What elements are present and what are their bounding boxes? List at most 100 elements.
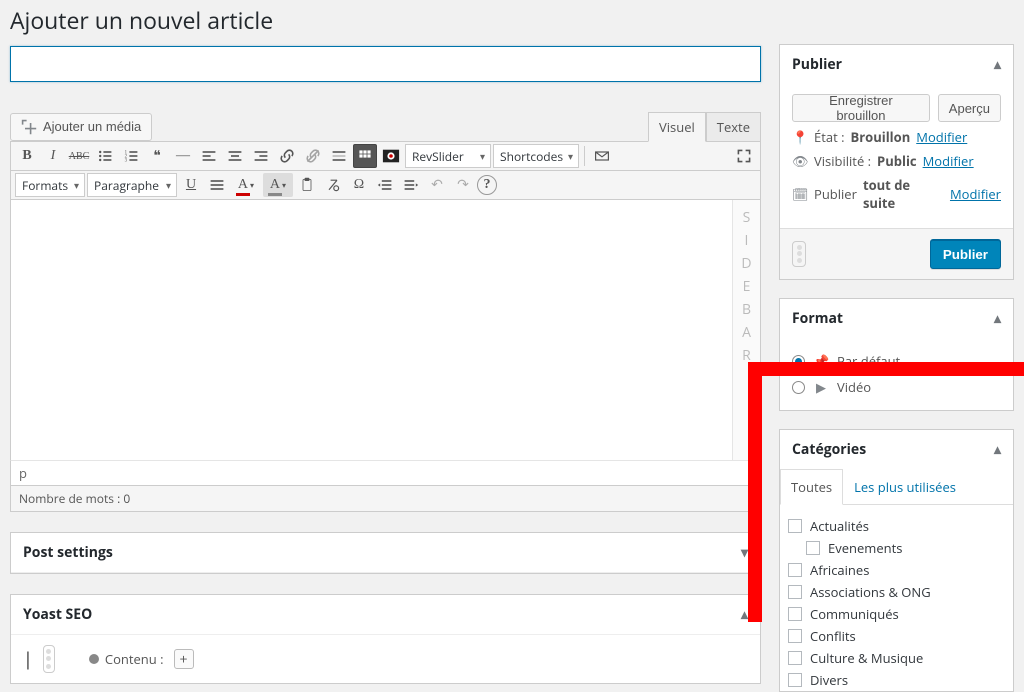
checkbox-icon[interactable]	[806, 541, 820, 555]
traffic-light-icon	[43, 645, 55, 673]
link-button[interactable]	[275, 144, 299, 168]
publish-box: Publier▴ Enregistrer brouillon Aperçu 📍 …	[779, 44, 1014, 280]
category-item[interactable]: Culture & Musique	[788, 647, 1005, 669]
editor-content[interactable]	[11, 200, 732, 460]
clear-format-button[interactable]	[321, 173, 345, 197]
paste-button[interactable]	[295, 173, 319, 197]
categories-tab-popular[interactable]: Les plus utilisées	[843, 469, 967, 505]
caret-up-icon[interactable]: ▴	[994, 55, 1001, 74]
pushpin-icon: 📌	[813, 352, 829, 370]
numbered-list-button[interactable]: 123	[119, 144, 143, 168]
checkbox-icon[interactable]	[788, 585, 802, 599]
checkbox-icon[interactable]	[788, 519, 802, 533]
bold-button[interactable]: B	[15, 144, 39, 168]
eye-icon: 👁	[792, 152, 808, 170]
revslider-icon[interactable]	[379, 144, 403, 168]
categories-title: Catégories	[792, 440, 866, 459]
format-option-default[interactable]: 📌 Par défaut	[792, 348, 1001, 374]
caret-up-icon[interactable]: ▴	[741, 605, 748, 624]
help-button[interactable]: ?	[477, 175, 497, 195]
media-icon	[21, 119, 37, 135]
yoast-content-label: Contenu :	[105, 650, 164, 668]
checkbox-icon[interactable]	[788, 651, 802, 665]
save-draft-button[interactable]: Enregistrer brouillon	[792, 94, 930, 122]
toolbar-toggle-button[interactable]	[353, 144, 377, 168]
video-icon: ▶	[813, 378, 829, 396]
yoast-content-tab[interactable]: Contenu :	[89, 650, 164, 668]
word-count: Nombre de mots : 0	[10, 486, 761, 512]
svg-text:3: 3	[125, 159, 128, 164]
categories-list: Actualités Evenements Africaines Associa…	[780, 505, 1013, 691]
caret-up-icon[interactable]: ▴	[994, 309, 1001, 328]
category-item[interactable]: Africaines	[788, 559, 1005, 581]
preview-button[interactable]: Aperçu	[938, 94, 1001, 122]
edit-status-link[interactable]: Modifier	[916, 128, 967, 146]
category-item[interactable]: Divers	[788, 669, 1005, 691]
bullet-list-button[interactable]	[93, 144, 117, 168]
schedule-label: Publier	[814, 185, 857, 203]
caret-down-icon[interactable]: ▾	[741, 543, 748, 562]
align-center-button[interactable]	[223, 144, 247, 168]
outdent-button[interactable]	[373, 173, 397, 197]
align-right-button[interactable]	[249, 144, 273, 168]
dot-icon	[89, 654, 99, 664]
indent-button[interactable]	[399, 173, 423, 197]
traffic-light-icon	[792, 241, 806, 267]
fullscreen-button[interactable]	[732, 144, 756, 168]
categories-tab-all[interactable]: Toutes	[780, 469, 843, 505]
radio-icon	[792, 381, 805, 394]
text-color-button[interactable]: A▾	[231, 173, 261, 197]
italic-button[interactable]: I	[41, 144, 65, 168]
yoast-seo-box: Yoast SEO ▴ | Contenu : +	[10, 594, 761, 684]
strike-button[interactable]: ABC	[67, 144, 91, 168]
category-item[interactable]: Communiqués	[788, 603, 1005, 625]
unlink-button[interactable]	[301, 144, 325, 168]
format-option-video[interactable]: ▶ Vidéo	[792, 374, 1001, 400]
shortcodes-select[interactable]: Shortcodes	[493, 144, 579, 168]
paragraph-select[interactable]: Paragraphe	[87, 173, 177, 197]
align-left-button[interactable]	[197, 144, 221, 168]
post-settings-box: Post settings ▾	[10, 532, 761, 574]
blockquote-button[interactable]: ❝	[145, 144, 169, 168]
redo-button[interactable]: ↷	[451, 173, 475, 197]
categories-box: Catégories ▴ Toutes Les plus utilisées Ac…	[779, 429, 1014, 692]
revslider-select[interactable]: RevSlider	[405, 144, 491, 168]
checkbox-icon[interactable]	[788, 673, 802, 687]
caret-up-icon[interactable]: ▴	[994, 440, 1001, 459]
underline-button[interactable]: U	[179, 173, 203, 197]
checkbox-icon[interactable]	[788, 607, 802, 621]
category-item[interactable]: Conflits	[788, 625, 1005, 647]
editor-tab-text[interactable]: Texte	[706, 112, 761, 141]
edit-visibility-link[interactable]: Modifier	[923, 152, 974, 170]
add-media-label: Ajouter un média	[43, 119, 141, 134]
sidebar-stripe: S I D E B A R	[732, 200, 760, 460]
checkbox-icon[interactable]	[788, 629, 802, 643]
add-keyword-button[interactable]: +	[174, 649, 194, 669]
category-item[interactable]: Actualités	[788, 515, 1005, 537]
status-value: Brouillon	[851, 128, 911, 146]
edit-schedule-link[interactable]: Modifier	[950, 185, 1001, 203]
special-char-button[interactable]: Ω	[347, 173, 371, 197]
status-path: p	[10, 460, 761, 486]
formats-select[interactable]: Formats	[15, 173, 85, 197]
yoast-seo-title: Yoast SEO	[23, 605, 92, 624]
add-media-button[interactable]: Ajouter un média	[10, 113, 152, 141]
post-settings-title: Post settings	[23, 543, 113, 562]
status-label: État :	[814, 128, 845, 146]
envelope-button[interactable]	[590, 144, 614, 168]
category-item[interactable]: Associations & ONG	[788, 581, 1005, 603]
undo-button[interactable]: ↶	[425, 173, 449, 197]
publish-button[interactable]: Publier	[930, 239, 1001, 269]
justify-button[interactable]	[205, 173, 229, 197]
format-box: Format ▴ 📌 Par défaut ▶ Vidéo	[779, 298, 1014, 411]
hr-button[interactable]: —	[171, 144, 195, 168]
more-button[interactable]	[327, 144, 351, 168]
highlight-color-button[interactable]: A▾	[263, 173, 293, 197]
checkbox-icon[interactable]	[788, 563, 802, 577]
post-title-input[interactable]	[10, 46, 761, 82]
format-default-label: Par défaut	[837, 352, 900, 370]
editor-tab-visual[interactable]: Visuel	[648, 112, 706, 142]
format-title: Format	[792, 309, 843, 328]
calendar-icon: 🗓	[792, 185, 808, 203]
category-item[interactable]: Evenements	[806, 537, 1005, 559]
